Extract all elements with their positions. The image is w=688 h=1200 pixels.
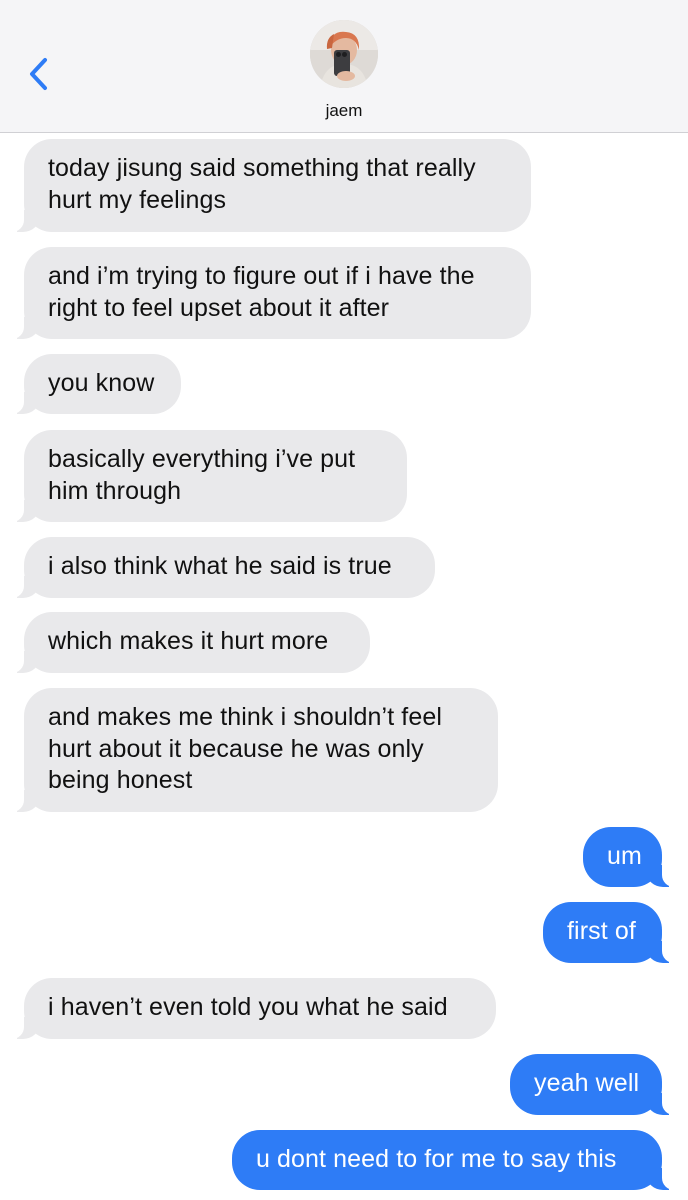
conversation-header: jaem bbox=[0, 0, 688, 133]
incoming-message[interactable]: basically everything i’ve put him throug… bbox=[2, 430, 407, 522]
incoming-message[interactable]: and makes me think i shouldn’t feel hurt… bbox=[2, 688, 498, 812]
outgoing-message[interactable]: yeah well bbox=[510, 1054, 684, 1115]
chevron-left-icon bbox=[30, 58, 47, 90]
message-text: basically everything i’ve put him throug… bbox=[48, 445, 356, 505]
outgoing-message[interactable]: u dont need to for me to say this bbox=[232, 1130, 684, 1190]
contact-avatar[interactable] bbox=[310, 20, 378, 88]
incoming-message[interactable]: i haven’t even told you what he said bbox=[2, 978, 496, 1039]
message-text: you know bbox=[48, 369, 155, 397]
message-text: i also think what he said is true bbox=[48, 552, 392, 580]
message-text: yeah well bbox=[534, 1069, 640, 1097]
incoming-message[interactable]: which makes it hurt more bbox=[2, 612, 370, 673]
conversation-screen: jaem today jisung said something that re… bbox=[0, 0, 688, 1200]
message-text: which makes it hurt more bbox=[48, 627, 329, 655]
back-button[interactable] bbox=[18, 52, 62, 96]
message-text: i haven’t even told you what he said bbox=[48, 993, 448, 1021]
incoming-message[interactable]: today jisung said something that really … bbox=[2, 139, 531, 232]
message-text: first of bbox=[567, 917, 636, 945]
message-text: and makes me think i shouldn’t feel hurt… bbox=[48, 703, 442, 794]
message-text: today jisung said something that really … bbox=[48, 154, 476, 214]
incoming-message[interactable]: i also think what he said is true bbox=[2, 537, 435, 598]
contact-name[interactable]: jaem bbox=[0, 101, 688, 121]
message-text: u dont need to for me to say this bbox=[256, 1145, 617, 1173]
message-text: um bbox=[607, 842, 642, 870]
message-text: and i’m trying to figure out if i have t… bbox=[48, 262, 475, 322]
avatar-photo bbox=[310, 20, 378, 88]
incoming-message[interactable]: you know bbox=[2, 354, 181, 414]
outgoing-message[interactable]: um bbox=[583, 827, 684, 887]
outgoing-message[interactable]: first of bbox=[543, 902, 684, 963]
incoming-message[interactable]: and i’m trying to figure out if i have t… bbox=[2, 247, 531, 339]
